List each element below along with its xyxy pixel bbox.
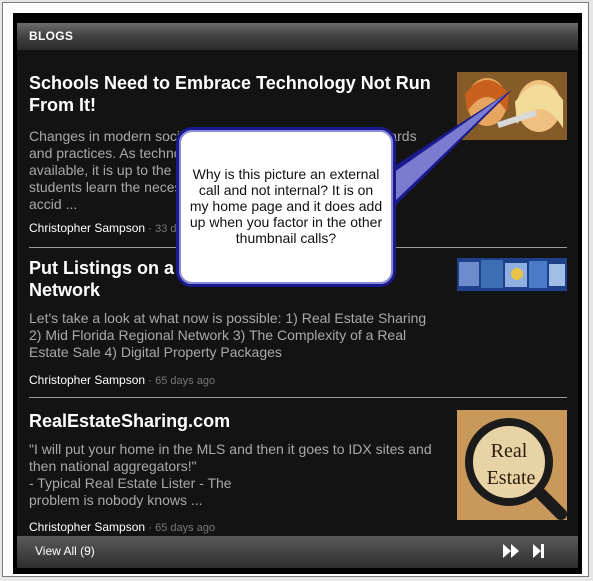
annotation-callout: Why is this picture an external call and… xyxy=(176,127,396,287)
callout-text: Why is this picture an external call and… xyxy=(189,166,383,246)
callout-pointer xyxy=(388,90,512,208)
